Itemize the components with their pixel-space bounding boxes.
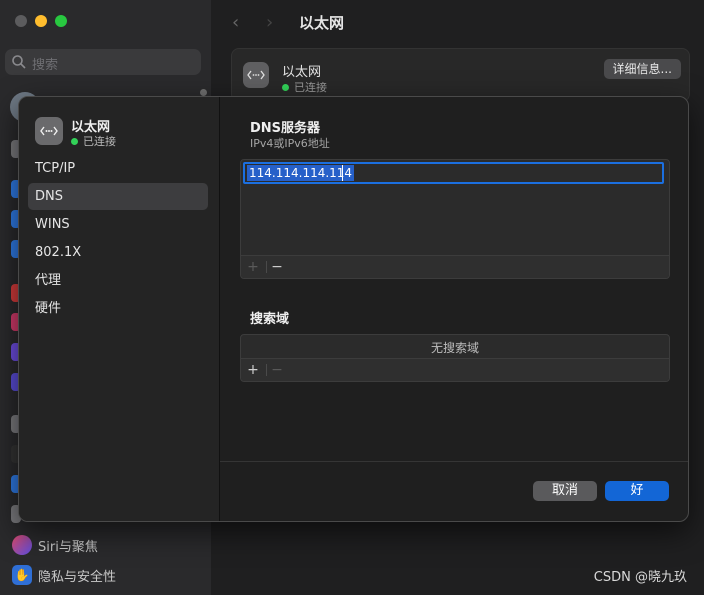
minimize-window-button[interactable] [35, 15, 47, 27]
ethernet-icon [243, 62, 269, 88]
details-button[interactable]: 详细信息... [603, 59, 681, 79]
sheet-sidebar: 以太网 已连接 TCP/IP DNS WINS 802.1X 代理 硬件 [19, 97, 220, 521]
sidebar-item-label: 隐私与安全性 [38, 569, 117, 585]
sheet-nav-hardware[interactable]: 硬件 [28, 295, 208, 322]
ethernet-icon [35, 117, 63, 145]
sidebar-item-label: Siri与聚焦 [38, 539, 98, 555]
sheet-status-label: 已连接 [83, 135, 116, 148]
ethernet-card: 以太网 已连接 详细信息... [231, 48, 690, 102]
siri-icon [12, 535, 32, 555]
forward-icon[interactable]: › [266, 12, 273, 33]
sheet-nav-dns[interactable]: DNS [28, 183, 208, 210]
sheet-nav-tcpip[interactable]: TCP/IP [28, 155, 208, 182]
search-placeholder: 搜索 [32, 58, 59, 73]
toolbar-divider [266, 364, 267, 376]
close-window-button[interactable] [15, 15, 27, 27]
status-dot-icon [282, 83, 289, 91]
status-dot-icon [71, 137, 78, 145]
network-settings-sheet: 以太网 已连接 TCP/IP DNS WINS 802.1X 代理 硬件 DNS… [18, 96, 689, 522]
search-domains-title: 搜索域 [250, 312, 290, 327]
toolbar-divider [266, 261, 267, 273]
dns-entry-text[interactable]: 114.114.114.114 [247, 165, 355, 181]
sidebar-item-privacy[interactable]: ✋ 隐私与安全性 [12, 564, 116, 586]
sheet-status: 已连接 [71, 133, 116, 149]
privacy-hand-icon: ✋ [12, 565, 32, 585]
search-icon [12, 55, 26, 69]
footer-divider [220, 461, 688, 462]
search-domains-empty: 无搜索域 [430, 341, 479, 355]
back-icon[interactable]: ‹ [232, 12, 239, 33]
page-title: 以太网 [299, 14, 345, 32]
dns-servers-title: DNS服务器 [250, 121, 321, 136]
sheet-nav-wins[interactable]: WINS [28, 211, 208, 238]
search-domain-list[interactable]: 无搜索域 + − [240, 334, 670, 382]
dns-entry-editor[interactable]: 114.114.114.114 [243, 162, 664, 184]
card-status: 已连接 [282, 79, 327, 95]
ok-button[interactable]: 好 [605, 481, 669, 501]
sheet-panel: DNS服务器 IPv4或IPv6地址 114.114.114.114 + − 搜… [220, 97, 688, 521]
remove-dns-button[interactable]: − [269, 256, 285, 278]
card-status-label: 已连接 [294, 81, 327, 94]
scroll-indicator [200, 89, 207, 96]
sidebar-item-siri[interactable]: Siri与聚焦 [12, 534, 98, 556]
remove-search-domain-button[interactable]: − [269, 359, 285, 381]
dns-servers-subtitle: IPv4或IPv6地址 [250, 137, 330, 150]
card-name: 以太网 [282, 65, 322, 80]
text-caret [342, 165, 343, 181]
add-dns-button[interactable]: + [245, 256, 261, 278]
watermark: CSDN @晓九玖 [593, 570, 687, 585]
search-field[interactable]: 搜索 [5, 49, 201, 75]
add-search-domain-button[interactable]: + [245, 359, 261, 381]
dns-list-toolbar: + − [241, 255, 669, 278]
zoom-window-button[interactable] [55, 15, 67, 27]
cancel-button[interactable]: 取消 [533, 481, 597, 501]
sheet-nav-proxy[interactable]: 代理 [28, 267, 208, 294]
dns-server-list[interactable]: 114.114.114.114 + − [240, 159, 670, 279]
search-domain-toolbar: + − [241, 358, 669, 381]
sheet-nav-8021x[interactable]: 802.1X [28, 239, 208, 266]
